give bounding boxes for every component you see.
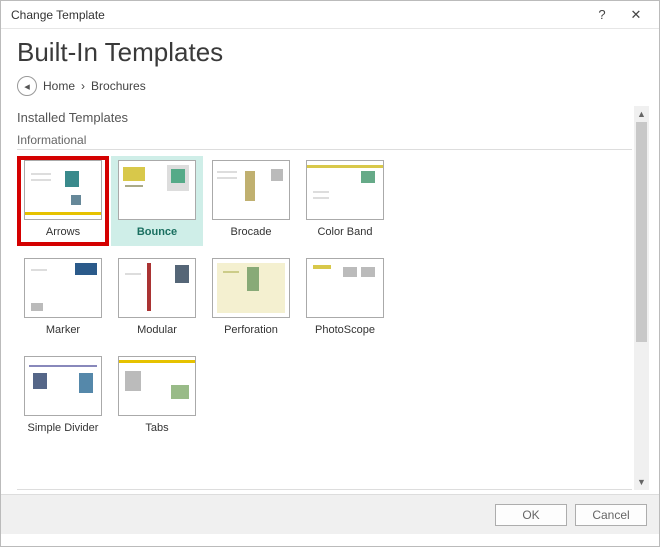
template-modular[interactable]: Modular	[111, 254, 203, 344]
close-icon[interactable]: ✕	[619, 2, 653, 28]
template-row: Arrows Bounce Brocade	[17, 156, 632, 246]
template-label: Simple Divider	[28, 422, 99, 434]
template-label: Brocade	[231, 226, 272, 238]
template-tabs[interactable]: Tabs	[111, 352, 203, 442]
back-button[interactable]: ◂	[17, 76, 37, 96]
thumbnail	[24, 258, 102, 318]
template-color-band[interactable]: Color Band	[299, 156, 391, 246]
breadcrumb: ◂ Home › Brochures	[1, 72, 659, 106]
template-brocade[interactable]: Brocade	[205, 156, 297, 246]
thumbnail	[306, 258, 384, 318]
template-bounce[interactable]: Bounce	[111, 156, 203, 246]
template-row: Marker Modular Perforation	[17, 254, 632, 344]
template-marker[interactable]: Marker	[17, 254, 109, 344]
template-label: Bounce	[137, 226, 177, 238]
thumbnail	[118, 258, 196, 318]
scroll-thumb[interactable]	[636, 122, 647, 342]
template-label: Marker	[46, 324, 80, 336]
breadcrumb-sep-icon: ›	[81, 79, 85, 93]
thumbnail	[212, 160, 290, 220]
section-installed: Installed Templates	[17, 106, 632, 131]
template-label: Modular	[137, 324, 177, 336]
scroll-down-icon[interactable]: ▼	[634, 474, 649, 490]
template-label: Perforation	[224, 324, 278, 336]
template-gallery: Installed Templates Informational Arrows	[17, 106, 632, 490]
thumbnail	[118, 356, 196, 416]
ok-button[interactable]: OK	[495, 504, 567, 526]
template-label: PhotoScope	[315, 324, 375, 336]
template-label: Color Band	[317, 226, 372, 238]
thumbnail	[118, 160, 196, 220]
template-row: Simple Divider Tabs	[17, 352, 632, 442]
thumbnail	[24, 160, 102, 220]
scrollbar[interactable]: ▲ ▼	[634, 106, 649, 490]
window-title: Change Template	[11, 8, 105, 22]
page-title: Built-In Templates	[1, 29, 659, 72]
breadcrumb-home[interactable]: Home	[43, 79, 75, 93]
thumbnail	[24, 356, 102, 416]
thumbnail	[212, 258, 290, 318]
template-label: Tabs	[145, 422, 168, 434]
cancel-button[interactable]: Cancel	[575, 504, 647, 526]
scroll-track[interactable]	[634, 122, 649, 474]
template-simple-divider[interactable]: Simple Divider	[17, 352, 109, 442]
breadcrumb-current[interactable]: Brochures	[91, 79, 146, 93]
titlebar: Change Template ? ✕	[1, 1, 659, 29]
template-photoscope[interactable]: PhotoScope	[299, 254, 391, 344]
template-perforation[interactable]: Perforation	[205, 254, 297, 344]
help-icon[interactable]: ?	[585, 2, 619, 28]
dialog-footer: OK Cancel	[1, 494, 659, 534]
template-label: Arrows	[46, 226, 80, 238]
category-informational: Informational	[17, 131, 632, 150]
scroll-up-icon[interactable]: ▲	[634, 106, 649, 122]
template-arrows[interactable]: Arrows	[17, 156, 109, 246]
thumbnail	[306, 160, 384, 220]
